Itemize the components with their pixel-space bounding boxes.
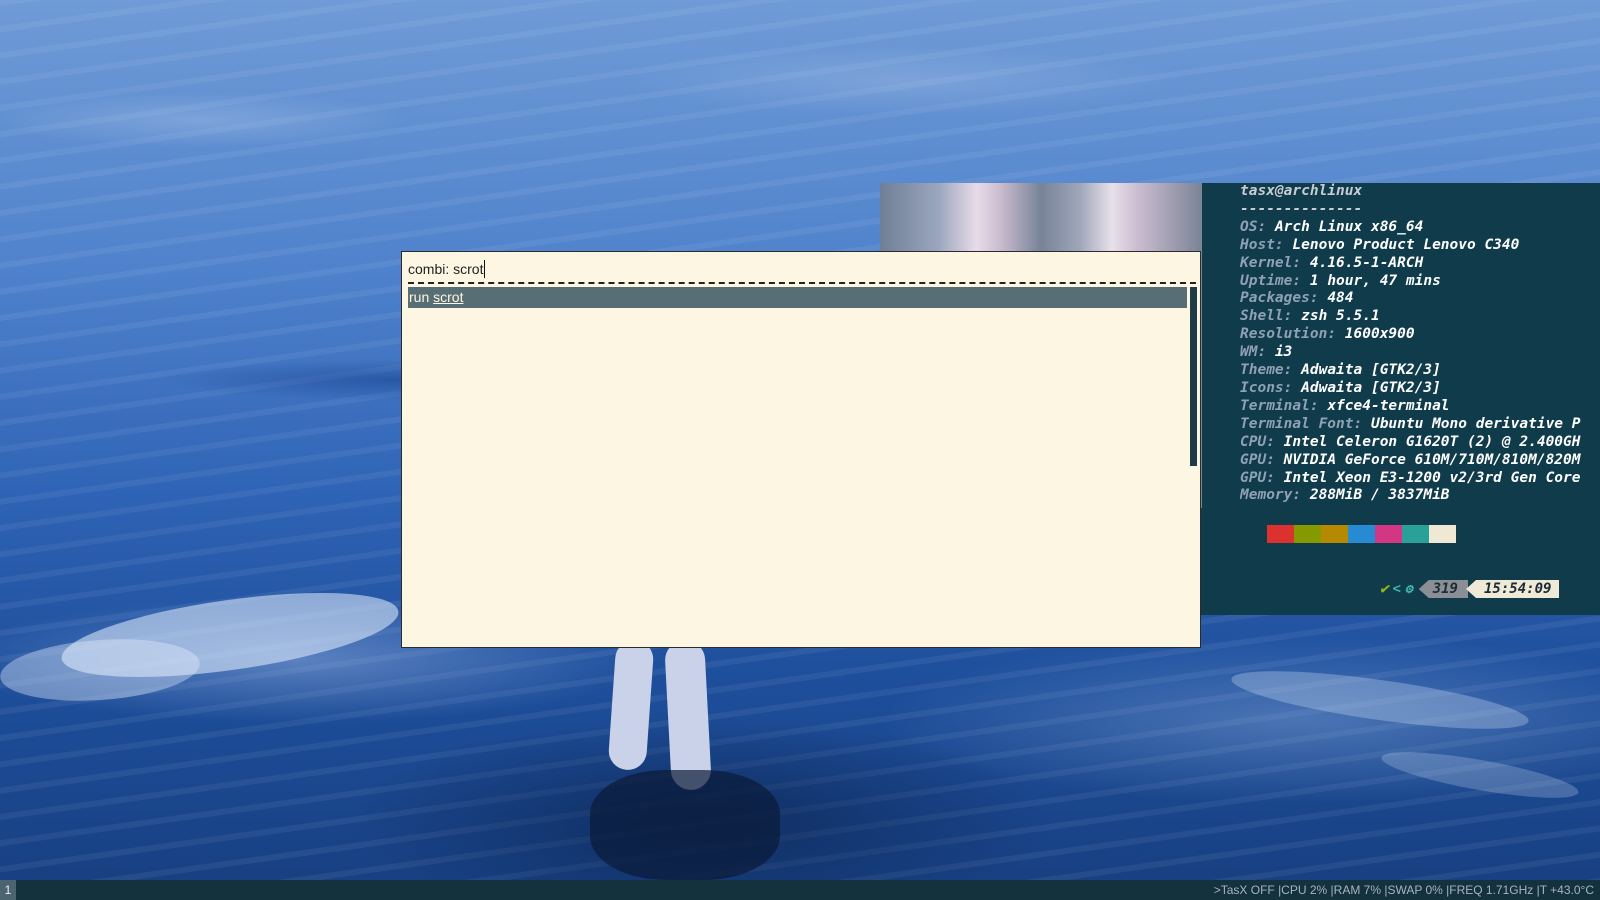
neofetch-info: tasx@archlinux -------------- OS: Arch L… xyxy=(1240,183,1600,505)
color-palette xyxy=(1240,525,1456,543)
result-item-selected[interactable]: run scrot xyxy=(408,287,1187,308)
info-line: Uptime: 1 hour, 47 mins xyxy=(1240,272,1441,289)
info-line: Packages: 484 xyxy=(1240,290,1354,307)
info-line: Terminal: xfce4-terminal xyxy=(1240,397,1450,414)
color-swatch xyxy=(1402,525,1429,543)
info-line: GPU: NVIDIA GeForce 610M/710M/810M/820M xyxy=(1240,451,1581,468)
separator-line: -------------- xyxy=(1240,200,1363,217)
system-status: >TasX OFF |CPU 2% |RAM 7% |SWAP 0% |FREQ… xyxy=(1213,883,1594,897)
search-input[interactable]: combi: scrot xyxy=(408,260,486,278)
status-bar: 1 >TasX OFF |CPU 2% |RAM 7% |SWAP 0% |FR… xyxy=(0,880,1600,900)
history-number: 319 xyxy=(1418,580,1468,598)
info-line: Memory: 288MiB / 3837MiB xyxy=(1240,487,1450,504)
gear-icon: ⚙ xyxy=(1404,581,1413,597)
scrollbar[interactable] xyxy=(1190,287,1197,466)
wave-foam xyxy=(1378,742,1582,808)
text-cursor xyxy=(484,260,486,278)
input-separator xyxy=(408,282,1196,284)
color-swatch xyxy=(1429,525,1456,543)
color-swatch xyxy=(1321,525,1348,543)
shell-prompt: ✔ < ⚙ 319 15:54:09 xyxy=(1380,580,1560,598)
info-line: Host: Lenovo Product Lenovo C340 xyxy=(1240,236,1520,253)
check-icon: ✔ xyxy=(1380,581,1389,597)
desktop-wallpaper: tasx@archlinux -------------- OS: Arch L… xyxy=(0,0,1600,900)
color-swatch xyxy=(1267,525,1294,543)
color-swatch xyxy=(1348,525,1375,543)
chevron-left-icon: < xyxy=(1392,581,1401,597)
workspace-button[interactable]: 1 xyxy=(0,880,16,900)
result-match: scrot xyxy=(433,289,464,305)
prompt-time: 15:54:09 xyxy=(1466,580,1560,598)
rofi-launcher[interactable]: combi: scrot run scrot xyxy=(401,251,1201,648)
info-line: OS: Arch Linux x86_64 xyxy=(1240,218,1424,235)
info-line: Shell: zsh 5.5.1 xyxy=(1240,308,1380,325)
mode-prefix: combi: xyxy=(408,261,450,277)
wave-foam xyxy=(1228,659,1532,741)
info-line: GPU: Intel Xeon E3-1200 v2/3rd Gen Core xyxy=(1240,469,1581,486)
info-line: Resolution: 1600x900 xyxy=(1240,326,1415,343)
color-swatch xyxy=(1294,525,1321,543)
info-line: Kernel: 4.16.5-1-ARCH xyxy=(1240,254,1424,271)
info-line: CPU: Intel Celeron G1620T (2) @ 2.400GH xyxy=(1240,433,1581,450)
user-host: tasx@archlinux xyxy=(1240,183,1363,199)
color-swatch xyxy=(1375,525,1402,543)
wallpaper-figure xyxy=(664,639,712,791)
info-line: Icons: Adwaita [GTK2/3] xyxy=(1240,379,1441,396)
search-query: scrot xyxy=(453,261,484,277)
info-line: Theme: Adwaita [GTK2/3] xyxy=(1240,362,1441,379)
wallpaper-reflection xyxy=(590,770,780,880)
color-swatch xyxy=(1240,525,1267,543)
wave-foam xyxy=(0,633,202,707)
wallpaper-figure xyxy=(607,638,655,772)
result-prefix: run xyxy=(409,289,430,305)
info-line: WM: i3 xyxy=(1240,344,1293,361)
results-list: run scrot xyxy=(408,287,1187,308)
info-line: Terminal Font: Ubuntu Mono derivative P xyxy=(1240,415,1581,432)
